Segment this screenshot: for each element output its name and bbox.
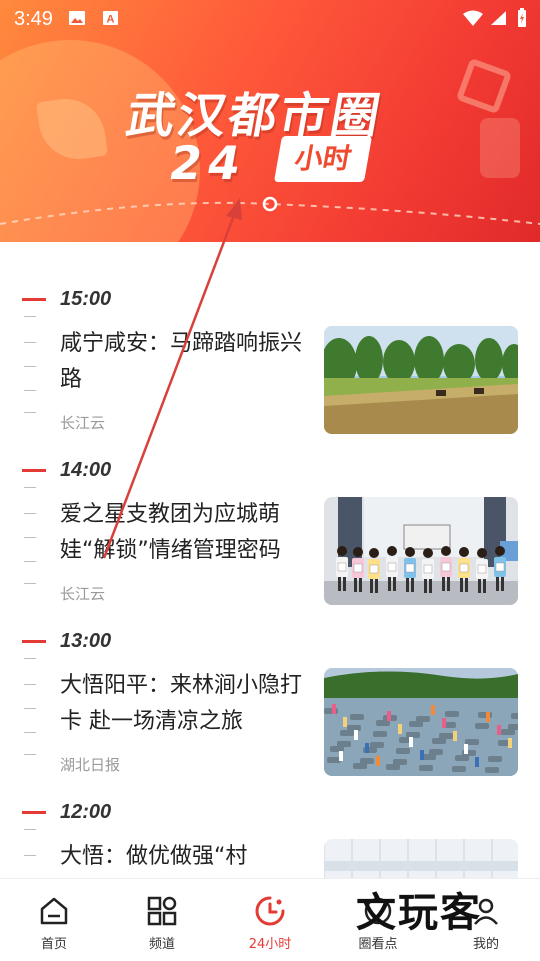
timeline-tick (24, 537, 36, 538)
home-icon (40, 897, 68, 925)
banner-arc-decoration (0, 196, 540, 225)
timeline-tick (24, 513, 36, 514)
nav-channels-label: 频道 (148, 937, 175, 952)
timeline-hour: 13:00 (60, 630, 112, 652)
timeline-hour-marker (22, 640, 46, 643)
banner-title-tag: 小时 (273, 136, 373, 182)
nav-24hours[interactable]: 24小时 (216, 879, 324, 961)
timeline-hour-marker (22, 811, 46, 814)
timeline-ruler (22, 584, 46, 755)
timeline-tick (24, 684, 36, 685)
nav-home[interactable]: 首页 (0, 879, 108, 961)
timeline-ruler (22, 755, 46, 878)
timeline-ruler (22, 413, 46, 584)
news-headline[interactable]: 爱之星支教团为应城萌娃“解锁”情绪管理密码 (60, 497, 306, 569)
timeline-tick (24, 829, 36, 830)
news-headline[interactable]: 大悟：做优做强“村 (60, 839, 306, 875)
timeline-hour: 14:00 (60, 459, 112, 481)
list-item[interactable]: 14:00 爱之星支教团为应城萌娃“解锁”情绪管理密码 长江云 (0, 413, 540, 605)
timeline-hour-marker (22, 298, 46, 301)
timeline-tick (24, 855, 36, 856)
signal-icon (491, 11, 506, 25)
timeline-tick (24, 561, 36, 562)
banner-title-number: 24 (165, 136, 251, 190)
banner-decoration-card (480, 118, 520, 178)
svg-text:A: A (107, 14, 115, 26)
timeline-tick (24, 390, 36, 391)
timeline-tick (24, 316, 36, 317)
news-thumbnail[interactable] (324, 839, 518, 878)
wifi-icon (463, 10, 483, 26)
font-app-icon: A (103, 11, 118, 26)
list-item[interactable]: 15:00 咸宁咸安：马蹄踏响振兴路 长江云 (0, 242, 540, 434)
banner-title-tag-text: 小时 (292, 142, 354, 175)
status-time: 3:49 (14, 8, 53, 30)
gallery-icon (69, 11, 85, 25)
news-headline[interactable]: 咸宁咸安：马蹄踏响振兴路 (60, 326, 306, 398)
list-item[interactable]: 13:00 大悟阳平：来林涧小隐打卡 赴一场清凉之旅 湖北日报 (0, 584, 540, 776)
battery-icon (518, 8, 526, 27)
news-headline[interactable]: 大悟阳平：来林涧小隐打卡 赴一场清凉之旅 (60, 668, 306, 740)
timeline-hour: 15:00 (60, 288, 112, 310)
nav-home-label: 首页 (40, 937, 67, 952)
timeline-hour-marker (22, 469, 46, 472)
timeline-ruler (22, 242, 46, 413)
status-bar: 3:49 A (0, 0, 540, 36)
watermark: 文玩客 (356, 890, 482, 936)
timeline-tick (24, 366, 36, 367)
timeline-hour: 12:00 (60, 801, 112, 823)
timeline-list[interactable]: 15:00 咸宁咸安：马蹄踏响振兴路 长江云 14:00 爱之星支教团为应城萌娃“解锁… (0, 242, 540, 878)
timeline-tick (24, 708, 36, 709)
nav-24hours-label: 24小时 (248, 937, 292, 952)
timeline-tick (24, 487, 36, 488)
timeline-tick (24, 732, 36, 733)
banner-decoration-box (455, 57, 513, 115)
timeline-tick (24, 658, 36, 659)
nav-channels[interactable]: 频道 (108, 879, 216, 961)
timeline-tick (24, 342, 36, 343)
header-banner: 3:49 A 武汉都市圈 24 小时 (0, 0, 540, 242)
grid-icon (147, 896, 177, 926)
list-item[interactable]: 12:00 大悟：做优做强“村 (0, 755, 540, 878)
clock-icon (255, 896, 285, 926)
